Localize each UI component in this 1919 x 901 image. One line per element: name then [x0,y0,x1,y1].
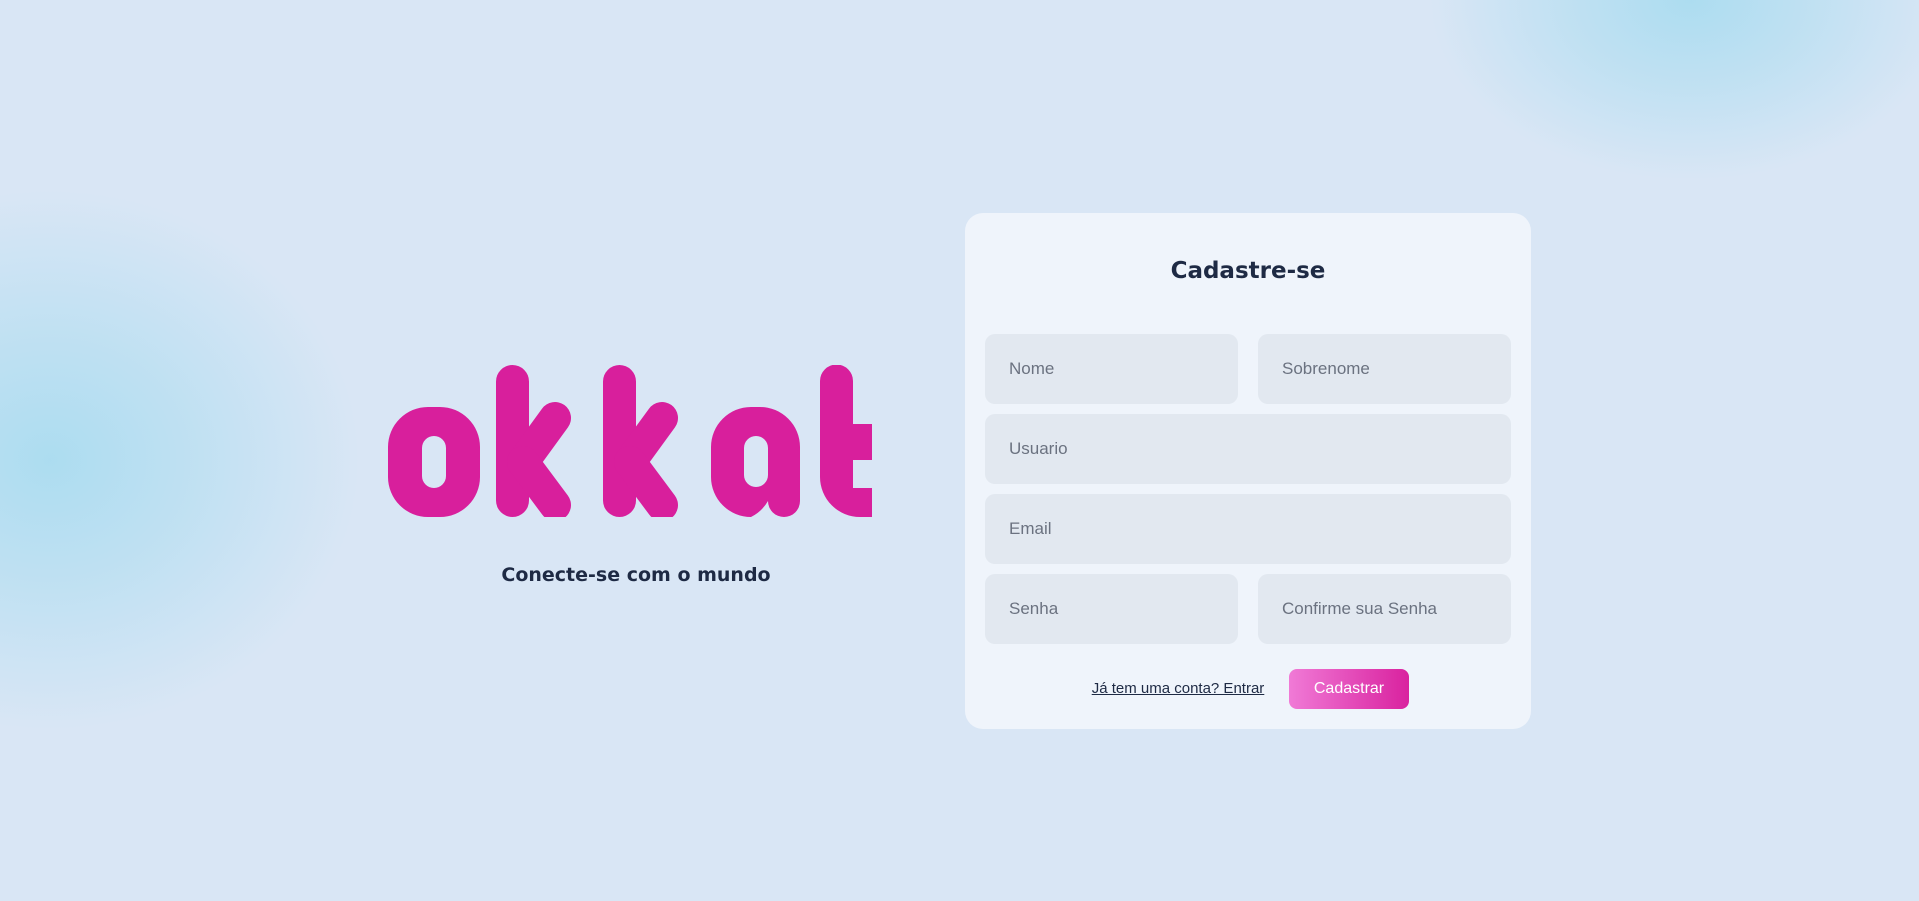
first-name-input[interactable] [985,334,1238,404]
background-glow-left [0,190,360,730]
page-background [0,0,1919,901]
signup-button[interactable]: Cadastrar [1289,669,1409,709]
email-input[interactable] [985,494,1511,564]
brand-tagline: Conecte-se com o mundo [501,564,771,586]
brand-panel: Conecte-se com o mundo [388,365,872,586]
login-link[interactable]: Já tem uma conta? Entrar [1087,680,1269,697]
confirm-password-input[interactable] [1258,574,1511,644]
password-input[interactable] [985,574,1238,644]
username-input[interactable] [985,414,1511,484]
okkat-logo [388,365,872,517]
signup-card: Cadastre-se Já tem uma conta? Entrar Cad… [965,213,1531,729]
background-glow-right [1430,0,1919,180]
last-name-input[interactable] [1258,334,1511,404]
signup-title: Cadastre-se [1170,258,1326,284]
